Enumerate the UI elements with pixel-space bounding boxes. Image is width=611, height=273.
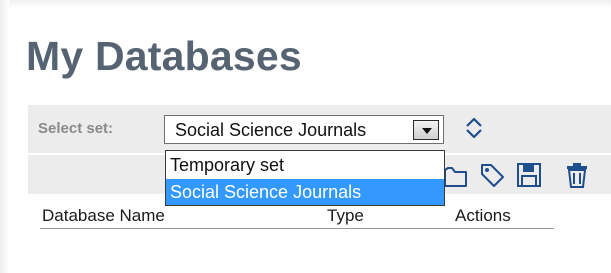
dropdown-toggle-button[interactable] (413, 120, 439, 140)
column-header-database-name[interactable]: Database Name (42, 206, 165, 226)
my-databases-panel: My Databases Select set: Social Science … (0, 0, 611, 273)
set-select-dropdown[interactable]: Social Science Journals (164, 115, 444, 144)
top-shadow (0, 0, 611, 8)
save-icon[interactable] (515, 160, 543, 190)
select-set-label: Select set: (38, 120, 114, 137)
sort-arrows-icon[interactable] (462, 116, 486, 140)
table-header-divider (40, 228, 554, 229)
folder-icon[interactable] (442, 160, 470, 190)
set-select-value: Social Science Journals (175, 120, 367, 140)
page-title: My Databases (26, 33, 302, 79)
chevron-down-icon (422, 128, 432, 134)
tag-icon[interactable] (478, 160, 506, 190)
option-social-science-journals[interactable]: Social Science Journals (166, 179, 444, 205)
option-temporary-set[interactable]: Temporary set (166, 152, 444, 178)
left-shadow (0, 0, 9, 273)
column-header-actions: Actions (455, 206, 511, 225)
set-options-list: Temporary set Social Science Journals (165, 150, 445, 206)
delete-icon[interactable] (563, 160, 591, 190)
column-header-type[interactable]: Type (327, 206, 364, 226)
